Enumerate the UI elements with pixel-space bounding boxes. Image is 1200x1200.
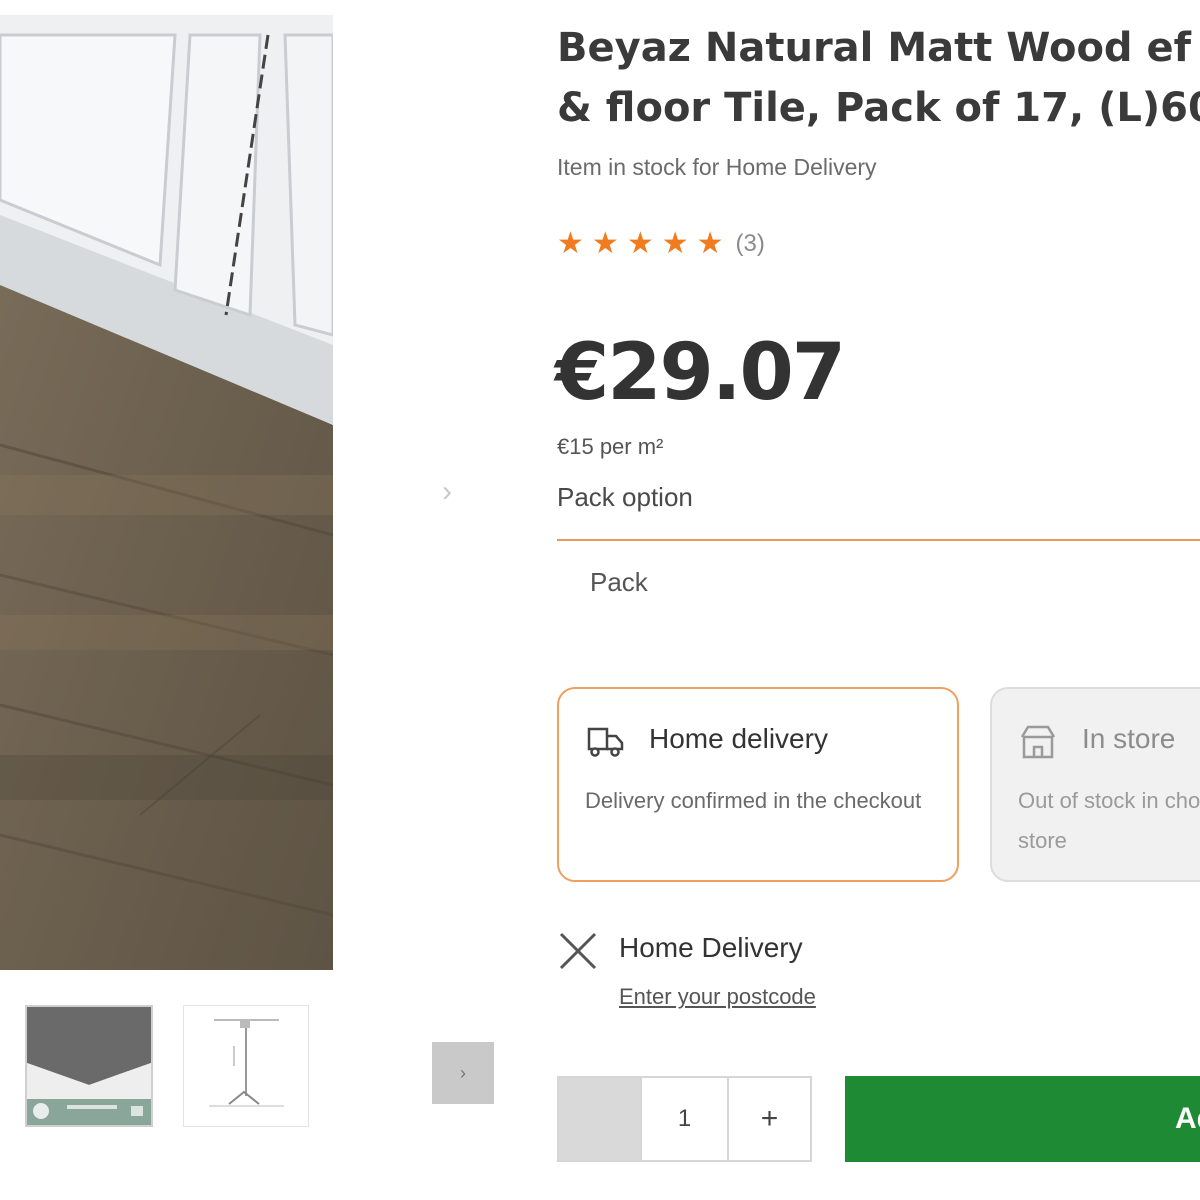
home-delivery-title: Home delivery (649, 723, 828, 754)
quantity-decrease-button[interactable] (557, 1076, 642, 1162)
product-title-line-2: & floor Tile, Pack of 17, (L)60 (557, 85, 1200, 131)
quantity-stepper: 1 + (557, 1076, 812, 1162)
thumbnail-2[interactable] (183, 1005, 309, 1127)
star-icon: ★ (696, 227, 724, 260)
product-price: €29.07 (555, 328, 846, 418)
star-icon: ★ (626, 227, 654, 260)
product-title: Beyaz Natural Matt Wood ef & floor Tile,… (557, 18, 1200, 138)
stock-status: Item in stock for Home Delivery (557, 154, 877, 180)
quantity-input[interactable]: 1 (642, 1076, 727, 1162)
add-to-basket-button[interactable]: Add (845, 1076, 1200, 1162)
thumbnails-next-button[interactable]: › (432, 1042, 494, 1104)
gallery-next-icon[interactable]: › (432, 476, 462, 508)
thumbnail-1[interactable] (25, 1005, 153, 1127)
enter-postcode-link[interactable]: Enter your postcode (619, 984, 816, 1010)
unavailable-x-icon (559, 932, 597, 970)
delivery-availability-title: Home Delivery (619, 932, 803, 963)
star-icon: ★ (591, 227, 619, 260)
in-store-option[interactable]: In store Out of stock in chosen store (990, 687, 1200, 882)
store-icon (1020, 725, 1056, 759)
pack-option-label: Pack option (557, 482, 693, 512)
home-delivery-option[interactable]: Home delivery Delivery confirmed in the … (557, 687, 959, 882)
product-main-image (0, 15, 333, 970)
chevron-right-icon: › (460, 1063, 466, 1083)
unit-price: €15 per m² (557, 434, 664, 459)
in-store-title: In store (1082, 723, 1176, 754)
quantity-increase-button[interactable]: + (727, 1076, 812, 1162)
thumbnail-tile-image (27, 1007, 151, 1125)
in-store-text: Out of stock in chosen store (1018, 788, 1200, 853)
review-count[interactable]: (3) (736, 230, 765, 258)
product-rating[interactable]: ★ ★ ★ ★ ★ (3) (557, 226, 765, 262)
pack-option-select[interactable]: Pack (557, 539, 1200, 621)
star-icon: ★ (557, 227, 584, 260)
thumbnail-dimension-diagram (184, 1006, 308, 1126)
star-icon: ★ (661, 227, 689, 260)
product-title-line-1: Beyaz Natural Matt Wood ef (557, 25, 1192, 71)
delivery-icon (587, 727, 624, 757)
home-delivery-text: Delivery confirmed in the checkout (585, 788, 922, 813)
pack-option-value: Pack (590, 567, 648, 597)
